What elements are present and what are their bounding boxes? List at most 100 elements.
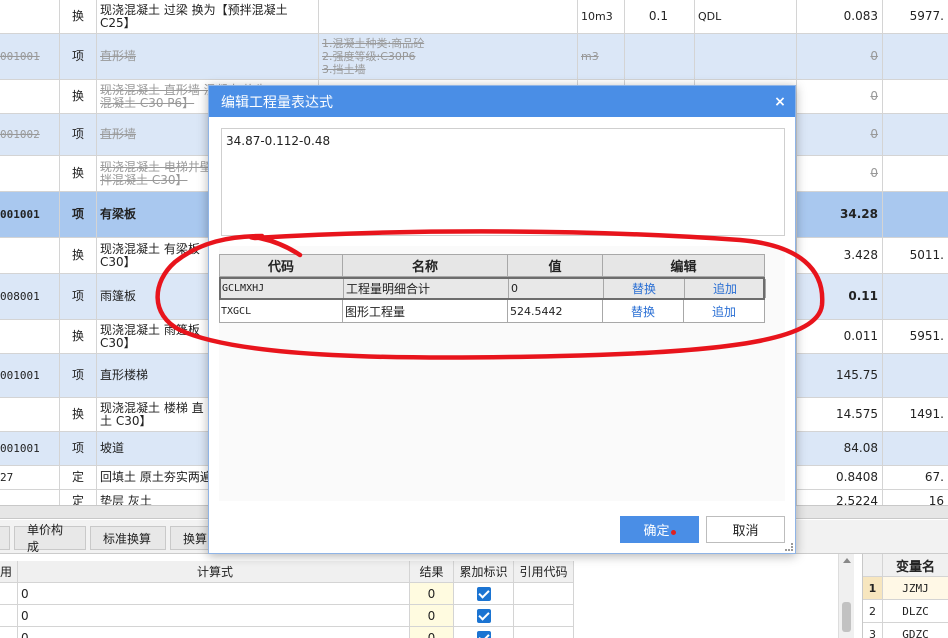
grid-price (883, 80, 948, 113)
dialog-title-bar[interactable]: 编辑工程量表达式 × (209, 86, 795, 117)
grid-feature (319, 0, 578, 33)
calc-result: 0 (410, 605, 454, 626)
grid-value: 0.083 (797, 0, 883, 33)
var-header-idx (863, 554, 883, 576)
calc-use (0, 605, 18, 626)
grid-code (0, 156, 60, 191)
checkbox-checked-icon[interactable] (476, 630, 491, 638)
ok-button[interactable]: 确定 (620, 516, 699, 543)
calc-expr[interactable]: 0 (18, 605, 410, 626)
calc-ref[interactable] (514, 605, 574, 626)
grid-value: 0 (797, 156, 883, 191)
grid-feature: 1.混凝土种类:商品砼 2.强度等级:C30P6 3.挡土墙 (319, 34, 578, 79)
close-icon[interactable]: × (771, 93, 789, 111)
calc-accum[interactable] (454, 627, 514, 638)
grid-value: 14.575 (797, 398, 883, 431)
ok-label: 确定 (643, 524, 670, 539)
param-header-row: 代码 名称 值 编辑 (219, 254, 765, 277)
param-value: 0 (509, 279, 604, 298)
calc-row[interactable]: 0 0 (0, 605, 574, 627)
grid-value: 84.08 (797, 432, 883, 465)
grid-unit: 10m3 (578, 0, 625, 33)
grid-code (0, 238, 60, 273)
calc-row[interactable]: 0 0 (0, 627, 574, 638)
calc-header-expr: 计算式 (18, 561, 410, 582)
var-name[interactable]: JZMJ (883, 577, 948, 599)
grid-price (883, 34, 948, 79)
grid-price: 67. (924, 470, 944, 484)
calc-expr[interactable]: 0 (18, 583, 410, 604)
param-code: TXGCL (220, 300, 343, 322)
grid-type: 换 (60, 398, 97, 431)
cursor-dot-icon (670, 529, 676, 535)
calc-ref[interactable] (514, 583, 574, 604)
grid-code: 001001 (0, 192, 60, 237)
calc-header-row: 用 计算式 结果 累加标识 引用代码 (0, 561, 574, 583)
var-row[interactable]: 2 DLZC (863, 600, 948, 623)
grid-value: 0.11 (797, 274, 883, 319)
grid-price: 5011. (909, 248, 944, 262)
scroll-up-icon[interactable] (843, 558, 851, 563)
replace-link[interactable]: 替换 (604, 279, 685, 298)
grid-expr (695, 34, 797, 79)
grid-row[interactable]: 001001 项 直形墙 1.混凝土种类:商品砼 2.强度等级:C30P6 3.… (0, 34, 948, 80)
calc-use (0, 583, 18, 604)
grid-value: 0 (797, 80, 883, 113)
grid-price: 5951. (909, 329, 944, 343)
calc-accum[interactable] (454, 605, 514, 626)
grid-value: 0.011 (797, 320, 883, 353)
calc-header-accum: 累加标识 (454, 561, 514, 582)
resize-grip-icon[interactable] (785, 543, 793, 551)
grid-code (0, 320, 60, 353)
calc-expr[interactable]: 0 (18, 627, 410, 638)
var-header-name: 变量名 (883, 554, 948, 576)
grid-type: 换 (60, 0, 97, 33)
param-header-code: 代码 (220, 255, 343, 276)
grid-price: 1491. (909, 407, 944, 421)
expression-textarea[interactable]: 34.87-0.112-0.48 (221, 128, 785, 236)
checkbox-checked-icon[interactable] (476, 586, 491, 601)
tab-standard-conversion[interactable]: 标准换算 (90, 526, 166, 550)
calc-header-result: 结果 (410, 561, 454, 582)
grid-type: 项 (60, 192, 97, 237)
var-idx: 1 (863, 577, 883, 599)
scroll-thumb[interactable] (842, 602, 851, 632)
grid-type: 项 (60, 114, 97, 155)
grid-value: 0 (797, 34, 883, 79)
tab-unit-price-composition[interactable]: 单价构成 (14, 523, 86, 554)
grid-row[interactable]: 换 现浇混凝土 过梁 换为【预拌混凝土 C25】 10m3 0.1 QDL 0.… (0, 0, 948, 34)
checkbox-checked-icon[interactable] (476, 608, 491, 623)
cancel-button[interactable]: 取消 (706, 516, 785, 543)
var-name[interactable]: DLZC (883, 600, 948, 622)
param-name: 工程量明细合计 (344, 279, 509, 298)
grid-price (883, 114, 948, 155)
grid-code: 001001 (0, 34, 60, 79)
vertical-scrollbar[interactable] (838, 554, 854, 638)
grid-code: 001002 (0, 114, 60, 155)
grid-type: 定 (60, 466, 97, 489)
param-value: 524.5442 (508, 300, 603, 322)
var-row[interactable]: 3 GDZC (863, 623, 948, 638)
append-link[interactable]: 追加 (685, 279, 766, 298)
grid-unit: m3 (578, 34, 625, 79)
grid-expr: QDL (695, 0, 797, 33)
calc-result: 0 (410, 583, 454, 604)
grid-name: 现浇混凝土 过梁 换为【预拌混凝土 C25】 (97, 0, 319, 33)
calc-ref[interactable] (514, 627, 574, 638)
var-header-row: 变量名 (863, 554, 948, 577)
var-idx: 3 (863, 623, 883, 638)
grid-qty (625, 34, 695, 79)
dialog-title: 编辑工程量表达式 (221, 94, 333, 111)
calc-row[interactable]: 0 0 (0, 583, 574, 605)
replace-link[interactable]: 替换 (603, 300, 684, 322)
tab-hidden[interactable] (0, 526, 10, 550)
param-row[interactable]: TXGCL 图形工程量 524.5442 替换 追加 (219, 300, 765, 323)
edit-expression-dialog: 编辑工程量表达式 × 34.87-0.112-0.48 代码 名称 值 编辑 G… (208, 85, 796, 554)
var-row-selected[interactable]: 1 JZMJ (863, 577, 948, 600)
var-name[interactable]: GDZC (883, 623, 948, 638)
append-link[interactable]: 追加 (684, 300, 765, 322)
param-row-selected[interactable]: GCLMXHJ 工程量明细合计 0 替换 追加 (219, 277, 766, 300)
grid-code: 27 (0, 466, 60, 489)
grid-name: 直形墙 (97, 34, 319, 79)
calc-accum[interactable] (454, 583, 514, 604)
